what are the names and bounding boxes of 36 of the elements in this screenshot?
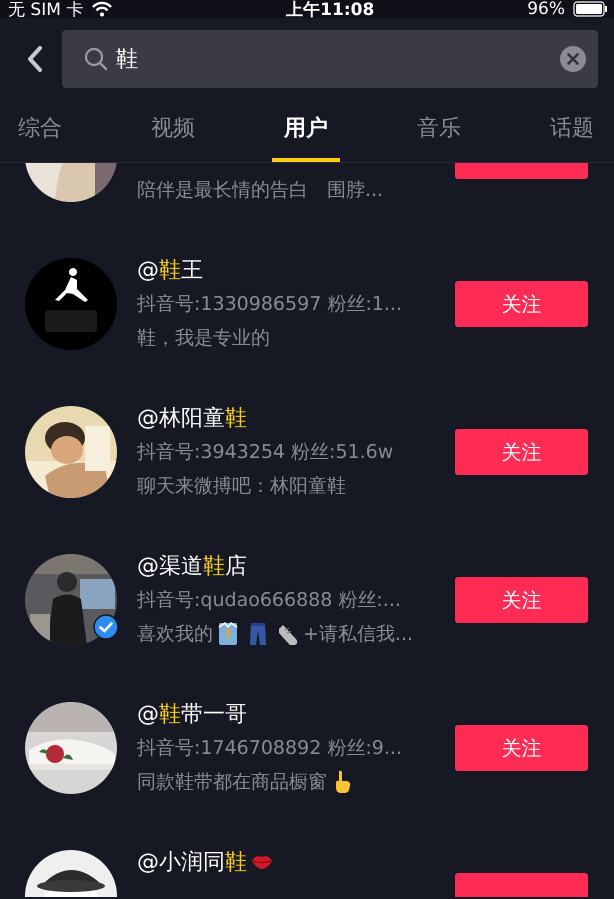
- carrier-label: 无 SIM 卡: [8, 0, 84, 18]
- account-info: 抖音号:1746708892 粉丝:9...: [137, 736, 402, 761]
- shirt-icon: [216, 621, 240, 647]
- search-input[interactable]: 鞋: [116, 46, 552, 72]
- tab[interactable]: 音乐: [405, 98, 473, 162]
- follow-button[interactable]: 关注: [455, 725, 588, 771]
- tab[interactable]: 用户: [272, 98, 340, 162]
- clock-time: 上午11:08: [286, 0, 374, 18]
- account-info: 抖音号:1330986597 粉丝:1...: [137, 292, 402, 317]
- bio-text: +请私信我...: [303, 622, 414, 647]
- tab[interactable]: 话题: [538, 98, 606, 162]
- clear-button[interactable]: [560, 46, 586, 72]
- bio-text: 同款鞋带都在商品橱窗: [137, 770, 327, 795]
- search-icon: [84, 47, 108, 71]
- follow-button[interactable]: 关注: [455, 281, 588, 327]
- battery-icon: [572, 1, 608, 17]
- bio-text: 聊天来微搏吧：林阳童鞋: [137, 474, 346, 499]
- username: @小润同鞋: [137, 849, 247, 877]
- bio-text: 喜欢我的: [137, 622, 213, 647]
- wifi-icon: [91, 1, 114, 17]
- tab[interactable]: 综合: [6, 98, 74, 162]
- battery-percent: 96%: [527, 0, 565, 18]
- account-info: 抖音号:3943254 粉丝:51.6w: [137, 440, 394, 465]
- clear-icon: [560, 46, 586, 72]
- tab-underline: [272, 158, 340, 162]
- follow-button[interactable]: 关注: [455, 577, 588, 623]
- username: @渠道鞋店: [137, 553, 247, 581]
- username: @鞋带一哥: [137, 701, 247, 729]
- bio-text: 鞋，我是专业的: [137, 326, 270, 351]
- follow-button[interactable]: 关注: [455, 429, 588, 475]
- account-info: 抖音号:qudao666888 粉丝:...: [137, 588, 401, 613]
- username: @鞋王: [137, 257, 203, 285]
- tab[interactable]: 视频: [139, 98, 207, 162]
- search-field[interactable]: 鞋: [62, 30, 598, 88]
- username: @林阳童鞋: [137, 405, 247, 433]
- bio-text: 陪伴是最长情的告白 围脖...: [137, 178, 384, 203]
